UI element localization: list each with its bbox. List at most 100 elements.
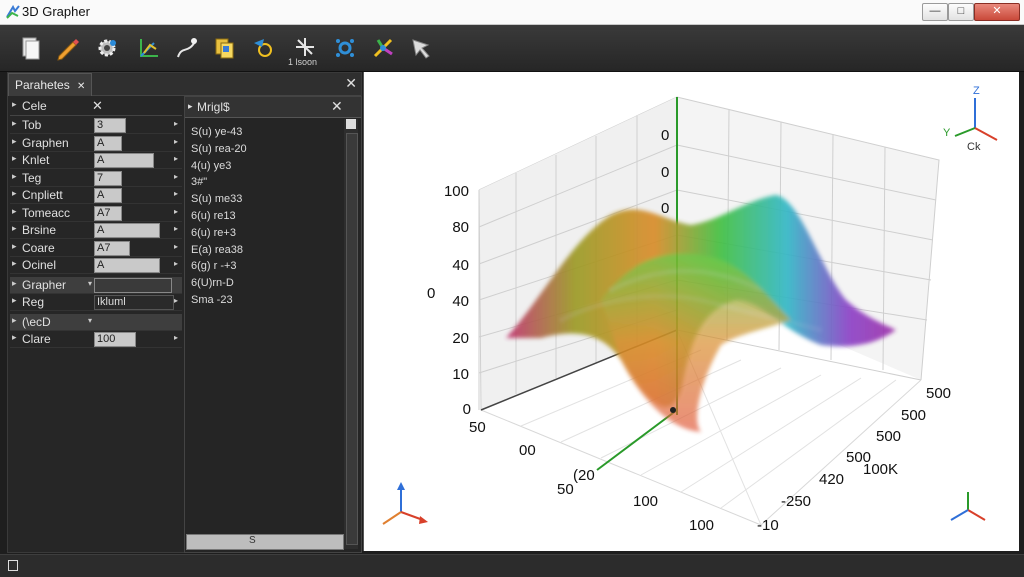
horizontal-scrollbar[interactable]: S: [186, 534, 344, 550]
pointer-button[interactable]: [404, 32, 438, 64]
row-arrow-icon[interactable]: ▸: [174, 333, 178, 342]
param-row[interactable]: ▸ Clare 100 ▸: [10, 331, 182, 348]
row-arrow-icon[interactable]: ▾: [88, 316, 92, 325]
param-row[interactable]: ▸ Graphen A ▸: [10, 135, 182, 152]
expression-item[interactable]: S(u) ye-43: [191, 126, 242, 138]
gizmo-z-label: Z: [973, 85, 980, 97]
app-icon: [6, 5, 20, 19]
row-arrow-icon[interactable]: ▸: [174, 224, 178, 233]
param-value-field[interactable]: 7: [94, 170, 122, 186]
maximize-button[interactable]: □: [948, 3, 974, 21]
param-row[interactable]: ▸ Cnpliett A ▸: [10, 187, 182, 204]
expression-item[interactable]: 3#": [191, 176, 207, 188]
tab-parameters[interactable]: Parahetes ✕: [8, 73, 93, 96]
orientation-gizmo-top[interactable]: Z Y Ck: [943, 85, 998, 153]
param-value-field[interactable]: A: [94, 135, 122, 151]
expand-arrow-icon: ▸: [188, 101, 193, 111]
vertical-scrollbar[interactable]: [344, 119, 358, 549]
page-icon[interactable]: [8, 560, 18, 571]
panel-close-icon[interactable]: ✕: [345, 75, 357, 92]
expressions-title: Mrigl$: [197, 100, 230, 114]
expression-item[interactable]: 6(u) re+3: [191, 227, 236, 239]
transform-button[interactable]: [366, 32, 400, 64]
param-row[interactable]: ▸ Tomeacc A7 ▸: [10, 205, 182, 222]
expression-item[interactable]: 4(u) ye3: [191, 160, 231, 172]
tab-label: Parahetes: [15, 78, 70, 92]
axes-button[interactable]: [132, 32, 166, 64]
param-row[interactable]: ▸ Reg Ikluml ▸: [10, 294, 182, 311]
param-value-field[interactable]: A7: [94, 205, 122, 221]
param-value-field[interactable]: [94, 277, 172, 293]
param-value-field[interactable]: A: [94, 223, 160, 238]
rotate-icon: [254, 39, 272, 57]
scroll-track[interactable]: [346, 133, 358, 545]
scroll-up-button[interactable]: [346, 119, 356, 129]
row-arrow-icon[interactable]: ▸: [174, 137, 178, 146]
param-value-field[interactable]: A: [94, 258, 160, 273]
expression-item[interactable]: S(u) me33: [191, 193, 242, 205]
expand-arrow-icon: ▸: [12, 332, 17, 342]
expression-item[interactable]: E(a) rea38: [191, 244, 243, 256]
tab-close-icon[interactable]: ✕: [77, 81, 85, 92]
expand-arrow-icon: ▸: [12, 205, 17, 216]
settings-button[interactable]: [90, 32, 124, 64]
left-axis-tick-label: 50: [469, 419, 486, 436]
expression-item[interactable]: 6(u) re13: [191, 210, 236, 222]
close-button[interactable]: ✕: [974, 3, 1020, 21]
row-arrow-icon[interactable]: ▸: [174, 154, 178, 163]
param-value-field[interactable]: Ikluml: [94, 295, 174, 310]
y-axis-line: [596, 409, 678, 471]
param-label: Tomeacc: [22, 205, 71, 220]
param-row[interactable]: ▸ Ocinel A ▸: [10, 257, 182, 274]
network-button[interactable]: [328, 32, 362, 64]
params-close-icon[interactable]: ✕: [92, 98, 103, 114]
left-axis-tick-label: 100: [633, 493, 658, 510]
param-row[interactable]: ▸ (\ecD ▾: [10, 313, 182, 331]
row-arrow-icon[interactable]: ▸: [174, 189, 178, 198]
right-axis-tick-label: -10: [757, 517, 779, 534]
row-arrow-icon[interactable]: ▾: [88, 279, 92, 288]
param-label: Teg: [22, 170, 42, 185]
hscroll-label: S: [249, 535, 256, 546]
param-row[interactable]: ▸ Coare A7 ▸: [10, 240, 182, 257]
param-value-field[interactable]: 100: [94, 332, 136, 347]
expression-item[interactable]: Sma -23: [191, 294, 233, 306]
surface-plot[interactable]: 0102040408010000005000(20501001005005005…: [364, 72, 1019, 551]
param-value-field[interactable]: 3: [94, 118, 126, 133]
expression-item[interactable]: S(u) rea-20: [191, 143, 247, 155]
param-row[interactable]: ▸ Brsine A ▸: [10, 222, 182, 239]
expression-item[interactable]: 6(g) r -+3: [191, 260, 237, 272]
parameter-list: ▸ Cele ✕ ▸ Tob 3 ▸ ▸ Graphen A ▸ ▸ Knlet A ▸ ▸ Teg 7 ▸ ▸…: [8, 96, 184, 348]
param-row[interactable]: ▸ Teg 7 ▸: [10, 170, 182, 187]
param-value-field[interactable]: A: [94, 188, 122, 203]
row-arrow-icon[interactable]: ▸: [174, 259, 178, 268]
minimize-button[interactable]: —: [922, 3, 948, 21]
new-document-button[interactable]: [14, 32, 48, 64]
z-tick-label: 40: [452, 293, 469, 310]
expand-arrow-icon: ▸: [12, 153, 17, 163]
row-arrow-icon[interactable]: ▸: [174, 242, 178, 251]
expand-arrow-icon: ▸: [12, 258, 17, 268]
param-row[interactable]: ▸ Grapher ▾: [10, 276, 182, 294]
graph-viewport[interactable]: 0 10 20 40 40 80 100 0 0 0 0 50 00 (20 50 100 100 500 500 5…: [363, 72, 1019, 551]
row-arrow-icon[interactable]: ▸: [174, 296, 178, 305]
z-tick-label: 10: [452, 366, 469, 383]
param-label: Graphen: [22, 135, 69, 150]
row-arrow-icon[interactable]: ▸: [174, 172, 178, 181]
gizmo-x-label: Ck: [967, 141, 981, 153]
rotate-button[interactable]: [246, 32, 280, 64]
expressions-close-icon[interactable]: ✕: [331, 98, 343, 115]
expression-item[interactable]: 6(U)rn-D: [191, 277, 234, 289]
param-label: (\ecD: [22, 314, 51, 329]
expand-arrow-icon: ▸: [12, 118, 17, 128]
param-value-field[interactable]: A: [94, 153, 154, 168]
param-row[interactable]: ▸ Knlet A ▸: [10, 152, 182, 169]
curve-tool-button[interactable]: [170, 32, 204, 64]
pencil-button[interactable]: [50, 32, 84, 64]
param-row[interactable]: ▸ Tob 3 ▸: [10, 117, 182, 134]
param-label: Grapher: [22, 277, 67, 292]
copy-button[interactable]: [208, 32, 242, 64]
row-arrow-icon[interactable]: ▸: [174, 207, 178, 216]
row-arrow-icon[interactable]: ▸: [174, 119, 178, 128]
param-value-field[interactable]: A7: [94, 240, 130, 256]
